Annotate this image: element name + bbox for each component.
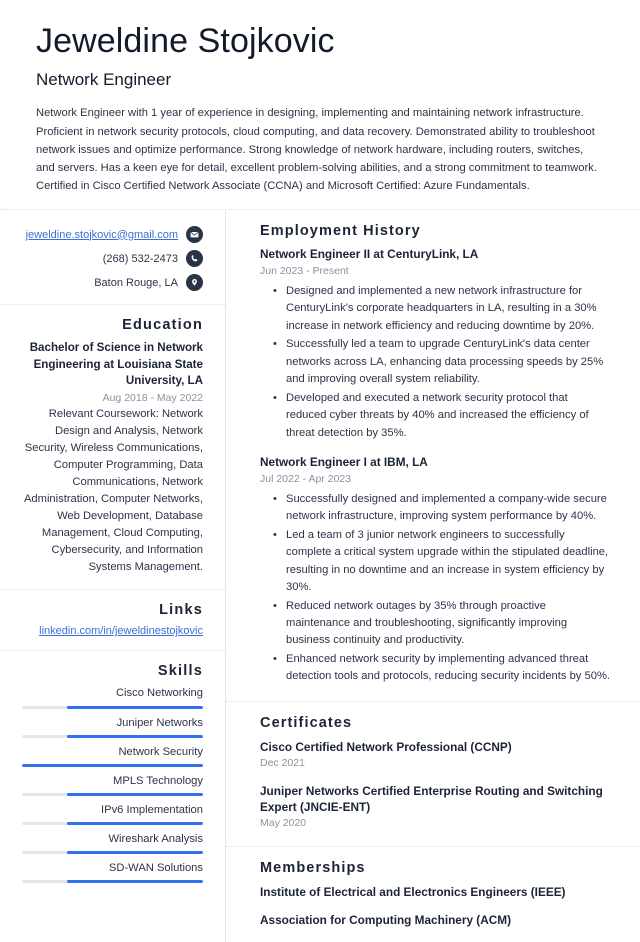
skill-level-fill xyxy=(67,821,203,825)
employment-list: Network Engineer II at CenturyLink, LA J… xyxy=(260,247,610,686)
education-date: Aug 2018 - May 2022 xyxy=(102,391,203,404)
skill-level-fill xyxy=(22,763,203,767)
skill-level-fill xyxy=(67,792,203,796)
contact-phone-text: (268) 532-2473 xyxy=(102,252,178,265)
links-block: Links linkedin.com/in/jeweldinestojkovic xyxy=(0,590,225,650)
skill-level-track xyxy=(22,792,203,796)
employment-bullets: Designed and implemented a new network i… xyxy=(260,283,610,442)
skill-item: MPLS Technology xyxy=(22,774,203,796)
contact-location-row[interactable]: Baton Rouge, LA xyxy=(94,274,203,292)
skill-item: Wireshark Analysis xyxy=(22,832,204,855)
skill-item: Juniper Networks xyxy=(22,716,203,738)
contact-block: jeweldine.stojkovic@gmail.com (268) 532-… xyxy=(0,210,225,304)
contact-list: jeweldine.stojkovic@gmail.com (268) 532-… xyxy=(22,222,203,292)
skill-item: Cisco Networking xyxy=(22,686,203,709)
memberships-block: Memberships Institute of Electrical and … xyxy=(226,847,640,942)
education-description: Relevant Coursework: Network Design and … xyxy=(23,408,203,574)
employment-date: Jun 2023 - Present xyxy=(260,265,349,278)
skill-level-fill xyxy=(67,734,203,738)
certificates-list: Cisco Certified Network Professional (CC… xyxy=(260,739,610,832)
education-block: Education Bachelor of Science in Network… xyxy=(0,305,225,589)
job-title: Network Engineer xyxy=(36,70,172,90)
skill-level-track xyxy=(22,734,203,738)
employment-heading: Network Engineer I at IBM, LA xyxy=(260,455,428,470)
skill-name: Cisco Networking xyxy=(115,687,203,700)
employment-bullet: Developed and executed a network securit… xyxy=(273,390,610,442)
skill-level-fill xyxy=(67,851,203,855)
skill-name: MPLS Technology xyxy=(113,774,203,787)
employment-title: Employment History xyxy=(260,223,421,240)
employment-bullet: Designed and implemented a new network i… xyxy=(273,283,610,335)
phone-icon xyxy=(186,250,203,268)
skill-item: IPv6 Implementation xyxy=(22,803,203,825)
employment-bullet: Enhanced network security by implementin… xyxy=(273,651,610,686)
skill-level-track xyxy=(22,705,203,709)
skill-item: SD-WAN Solutions xyxy=(22,861,203,884)
skill-level-fill xyxy=(67,880,203,884)
certificate-date: May 2020 xyxy=(260,817,307,830)
professional-summary: Network Engineer with 1 year of experien… xyxy=(36,107,597,193)
certificate-date: Dec 2021 xyxy=(260,757,305,770)
certificate-name: Cisco Certified Network Professional (CC… xyxy=(260,739,512,754)
link-item-linkedin[interactable]: linkedin.com/in/jeweldinestojkovic xyxy=(39,625,203,637)
skill-level-track xyxy=(22,821,203,825)
skill-level-fill xyxy=(67,705,203,709)
resume-header: Jeweldine Stojkovic Network Engineer Net… xyxy=(0,0,640,209)
certificate-item: Cisco Certified Network Professional (CC… xyxy=(260,739,610,772)
resume-page: Jeweldine Stojkovic Network Engineer Net… xyxy=(0,0,640,942)
education-title: Education xyxy=(122,317,203,334)
employment-block: Employment History Network Engineer II a… xyxy=(226,210,640,701)
skills-block: Skills Cisco Networking Juniper Networks… xyxy=(0,651,225,903)
full-name: Jeweldine Stojkovic xyxy=(36,22,335,60)
employment-heading: Network Engineer II at CenturyLink, LA xyxy=(260,247,479,262)
memberships-title: Memberships xyxy=(260,860,366,877)
employment-bullet: Led a team of 3 junior network engineers… xyxy=(273,527,610,597)
body-columns: jeweldine.stojkovic@gmail.com (268) 532-… xyxy=(0,210,640,942)
membership-item: Association for Computing Machinery (ACM… xyxy=(260,912,512,927)
skill-item: Network Security xyxy=(22,745,203,767)
right-column: Employment History Network Engineer II a… xyxy=(226,210,640,942)
employment-date: Jul 2022 - Apr 2023 xyxy=(260,472,352,485)
employment-item: Network Engineer I at IBM, LA Jul 2022 -… xyxy=(260,455,610,686)
memberships-list: Institute of Electrical and Electronics … xyxy=(260,884,610,928)
links-list: linkedin.com/in/jeweldinestojkovic xyxy=(22,625,203,637)
membership-item: Institute of Electrical and Electronics … xyxy=(260,885,566,900)
contact-email-row[interactable]: jeweldine.stojkovic@gmail.com xyxy=(26,226,203,244)
map-pin-icon xyxy=(186,274,203,292)
skill-name: Network Security xyxy=(118,745,203,758)
skill-level-track xyxy=(22,851,203,855)
skill-level-track xyxy=(22,763,203,767)
links-title: Links xyxy=(159,602,203,619)
contact-email-text[interactable]: jeweldine.stojkovic@gmail.com xyxy=(26,228,178,242)
skill-name: Juniper Networks xyxy=(116,716,203,729)
envelope-icon xyxy=(186,226,203,244)
employment-bullet: Reduced network outages by 35% through p… xyxy=(273,598,610,650)
certificate-item: Juniper Networks Certified Enterprise Ro… xyxy=(260,783,610,832)
certificates-title: Certificates xyxy=(260,714,353,731)
skill-level-track xyxy=(22,880,203,884)
employment-bullet: Successfully led a team to upgrade Centu… xyxy=(273,336,610,388)
skill-name: IPv6 Implementation xyxy=(101,803,203,816)
skill-name: SD-WAN Solutions xyxy=(108,862,203,875)
skill-name: Wireshark Analysis xyxy=(108,832,204,845)
left-column: jeweldine.stojkovic@gmail.com (268) 532-… xyxy=(0,210,226,942)
employment-item: Network Engineer II at CenturyLink, LA J… xyxy=(260,247,610,442)
skills-title: Skills xyxy=(157,663,203,680)
skills-list: Cisco Networking Juniper Networks Networ… xyxy=(22,686,204,884)
employment-bullets: Successfully designed and implemented a … xyxy=(260,491,610,686)
contact-location-text: Baton Rouge, LA xyxy=(94,276,178,289)
education-degree: Bachelor of Science in Network Engineeri… xyxy=(29,341,203,388)
contact-phone-row[interactable]: (268) 532-2473 xyxy=(102,250,203,268)
certificate-name: Juniper Networks Certified Enterprise Ro… xyxy=(260,783,603,815)
certificates-block: Certificates Cisco Certified Network Pro… xyxy=(226,702,640,846)
employment-bullet: Successfully designed and implemented a … xyxy=(273,491,610,526)
